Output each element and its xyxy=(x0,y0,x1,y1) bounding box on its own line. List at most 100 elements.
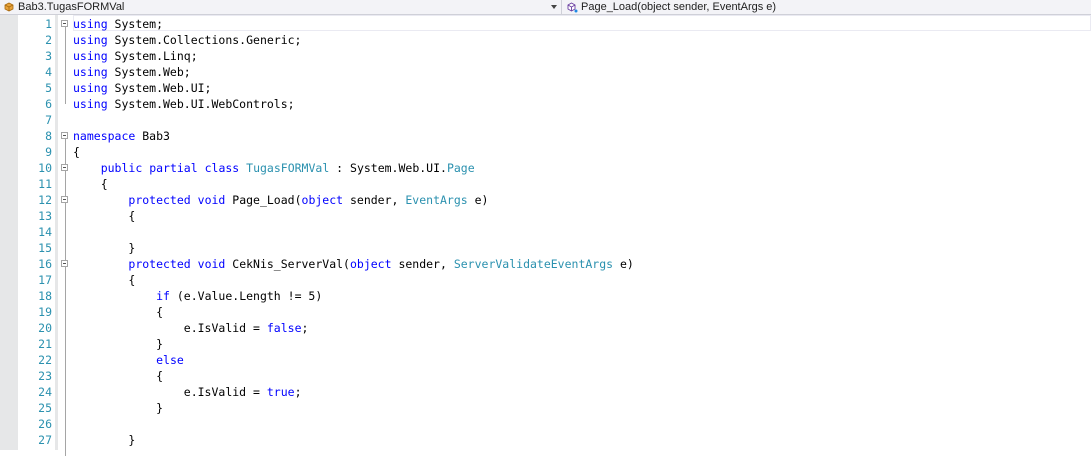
code-line[interactable]: { xyxy=(73,176,108,192)
code-line[interactable]: else xyxy=(73,352,184,368)
keyword-token: else xyxy=(156,353,184,367)
keyword-token: class xyxy=(204,161,240,175)
code-line[interactable]: { xyxy=(73,368,163,384)
line-number: 23 xyxy=(38,369,52,383)
code-token: } xyxy=(73,241,136,255)
keyword-token: object xyxy=(301,193,344,207)
code-line[interactable]: { xyxy=(73,144,80,160)
keyword-token: namespace xyxy=(73,129,136,143)
code-line[interactable]: e.IsValid = true; xyxy=(73,384,302,400)
code-token: e.IsValid = xyxy=(73,321,267,335)
code-line[interactable]: protected void Page_Load(object sender, … xyxy=(73,192,488,208)
line-number: 25 xyxy=(38,401,52,415)
code-token: System.Collections.Generic; xyxy=(107,33,302,47)
code-token: sender, xyxy=(391,257,454,271)
code-token: e) xyxy=(613,257,634,271)
line-number: 9 xyxy=(45,145,52,159)
member-dropdown[interactable]: Page_Load(object sender, EventArgs e) xyxy=(563,0,1091,14)
code-token: ; xyxy=(294,385,302,399)
collapse-toggle-icon[interactable] xyxy=(61,132,68,139)
line-number: 22 xyxy=(38,353,52,367)
code-line[interactable]: { xyxy=(73,208,135,224)
keyword-token: using xyxy=(73,97,108,111)
line-number: 26 xyxy=(38,417,52,431)
keyword-token: public xyxy=(100,161,143,175)
type-token: Page xyxy=(446,161,475,175)
code-line[interactable]: protected void CekNis_ServerVal(object s… xyxy=(73,256,634,272)
code-token: Bab3 xyxy=(135,129,170,143)
current-line-highlight xyxy=(73,15,1091,31)
code-token: { xyxy=(73,177,108,191)
collapse-toggle-icon[interactable] xyxy=(61,20,68,27)
code-token: Page_Load( xyxy=(225,193,302,207)
navigation-bar: Bab3.TugasFORMVal Page_Load(object sende… xyxy=(0,0,1091,15)
line-number: 14 xyxy=(38,225,52,239)
code-token: } xyxy=(73,433,136,447)
code-token: : System.Web.UI. xyxy=(329,161,447,175)
method-icon xyxy=(567,2,578,13)
line-number: 13 xyxy=(38,209,52,223)
code-line[interactable]: } xyxy=(73,240,135,256)
type-dropdown[interactable]: Bab3.TugasFORMVal xyxy=(0,0,562,14)
line-number: 27 xyxy=(38,433,52,447)
code-token: System.Linq; xyxy=(107,49,198,63)
code-line[interactable]: { xyxy=(73,272,135,288)
code-token: { xyxy=(73,369,164,383)
keyword-token: using xyxy=(73,81,108,95)
line-number: 12 xyxy=(38,193,52,207)
code-line[interactable]: namespace Bab3 xyxy=(73,128,170,144)
code-token: CekNis_ServerVal( xyxy=(225,257,350,271)
change-tracking-bar xyxy=(55,15,58,450)
code-line[interactable]: if (e.Value.Length != 5) xyxy=(73,288,322,304)
code-token: (e.Value.Length != 5) xyxy=(169,289,323,303)
code-text-area[interactable]: using System; using System.Collections.Ge… xyxy=(73,15,1091,450)
line-number: 18 xyxy=(38,289,52,303)
code-line[interactable]: { xyxy=(73,304,163,320)
keyword-token: using xyxy=(73,49,108,63)
line-number: 17 xyxy=(38,273,52,287)
chevron-down-icon[interactable] xyxy=(551,5,557,9)
line-number: 7 xyxy=(45,113,52,127)
code-line[interactable]: using System.Linq; xyxy=(73,48,198,64)
code-line[interactable]: } xyxy=(73,432,135,448)
collapse-toggle-icon[interactable] xyxy=(61,196,68,203)
outline-guide-line xyxy=(65,139,66,456)
type-token: TugasFORMVal xyxy=(246,161,330,175)
keyword-token: partial xyxy=(149,161,198,175)
code-line[interactable]: using System; xyxy=(73,16,163,32)
type-token: ServerValidateEventArgs xyxy=(453,257,614,271)
keyword-token: using xyxy=(73,17,108,31)
type-token: EventArgs xyxy=(405,193,468,207)
code-line[interactable]: using System.Web; xyxy=(73,64,191,80)
code-token: { xyxy=(73,145,80,159)
code-token: ; xyxy=(301,321,309,335)
keyword-token: using xyxy=(73,65,108,79)
keyword-token: protected xyxy=(128,257,191,271)
code-line[interactable]: using System.Collections.Generic; xyxy=(73,32,302,48)
line-number: 10 xyxy=(38,161,52,175)
code-line[interactable]: } xyxy=(73,400,163,416)
code-line[interactable]: } xyxy=(73,336,163,352)
line-number: 1 xyxy=(45,17,52,31)
code-line[interactable]: public partial class TugasFORMVal : Syst… xyxy=(73,160,475,176)
code-token: System.Web.UI.WebControls; xyxy=(107,97,295,111)
line-number: 16 xyxy=(38,257,52,271)
code-line[interactable]: using System.Web.UI.WebControls; xyxy=(73,96,295,112)
code-line[interactable]: using System.Web.UI; xyxy=(73,80,211,96)
outline-guide-line xyxy=(65,203,66,248)
class-icon xyxy=(4,2,14,12)
code-editor[interactable]: 1 2 3 4 5 6 7 8 9 10 11 12 13 14 15 16 17 18 19 20 21 22 23 24 2… xyxy=(0,15,1091,456)
code-line[interactable]: e.IsValid = false; xyxy=(73,320,309,336)
code-token: { xyxy=(73,273,136,287)
code-token: e) xyxy=(467,193,489,207)
collapse-toggle-icon[interactable] xyxy=(61,164,68,171)
keyword-token: void xyxy=(197,193,226,207)
keyword-token: true xyxy=(266,385,295,399)
keyword-token: using xyxy=(73,33,108,47)
collapse-toggle-icon[interactable] xyxy=(61,260,68,267)
